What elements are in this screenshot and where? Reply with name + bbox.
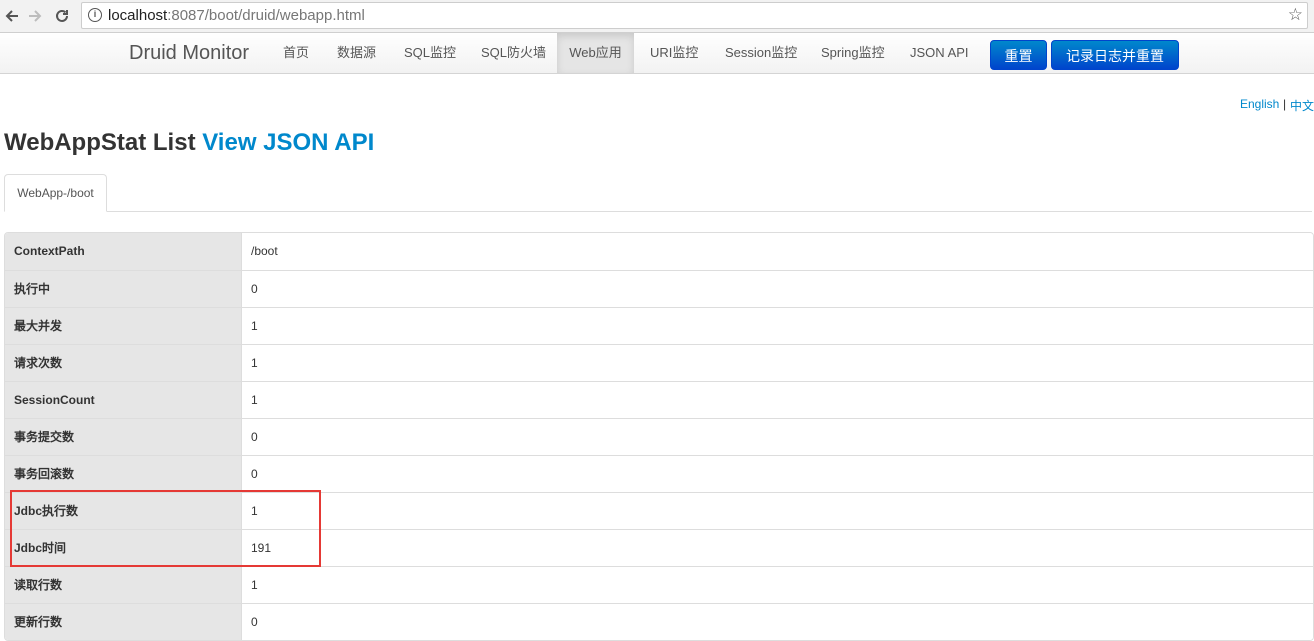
row-value: 1 — [242, 308, 1313, 344]
row-value: 0 — [242, 271, 1313, 307]
page-title: WebAppStat List View JSON API — [4, 129, 374, 157]
back-arrow-icon[interactable] — [1, 5, 23, 27]
url-text: localhost:8087/boot/druid/webapp.html — [108, 7, 365, 24]
table-row: 请求次数 1 — [5, 344, 1313, 381]
bookmark-star-icon[interactable]: ☆ — [1288, 5, 1303, 25]
nav-item-webapp[interactable]: Web应用 — [557, 33, 634, 73]
nav-item-sql[interactable]: SQL监控 — [404, 33, 456, 73]
row-value: /boot — [242, 233, 1313, 270]
lang-chinese-link[interactable]: 中文 — [1290, 97, 1314, 114]
row-value: 0 — [242, 419, 1313, 455]
table-row: SessionCount 1 — [5, 381, 1313, 418]
row-key: 请求次数 — [5, 345, 242, 381]
view-json-api-link[interactable]: View JSON API — [202, 129, 374, 156]
row-key: 读取行数 — [5, 567, 242, 603]
row-key: Jdbc执行数 — [5, 493, 242, 529]
row-key: 更新行数 — [5, 604, 242, 640]
nav-item-json-api[interactable]: JSON API — [910, 33, 969, 73]
lang-separator: | — [1283, 97, 1287, 111]
row-key: 最大并发 — [5, 308, 242, 344]
lang-english-link[interactable]: English — [1240, 97, 1279, 111]
row-value: 1 — [242, 345, 1313, 381]
row-key: ContextPath — [5, 233, 242, 270]
table-row: Jdbc执行数 1 — [5, 492, 1313, 529]
app-navbar: Druid Monitor 首页 数据源 SQL监控 SQL防火墙 Web应用 … — [0, 33, 1314, 74]
row-value: 0 — [242, 604, 1313, 640]
row-key: 事务提交数 — [5, 419, 242, 455]
nav-item-home[interactable]: 首页 — [283, 33, 309, 73]
table-row: 执行中 0 — [5, 270, 1313, 307]
log-and-reset-button[interactable]: 记录日志并重置 — [1051, 40, 1179, 70]
reload-icon[interactable] — [51, 5, 73, 27]
brand-title[interactable]: Druid Monitor — [129, 42, 249, 65]
row-value: 0 — [242, 456, 1313, 492]
nav-item-datasource[interactable]: 数据源 — [337, 33, 376, 73]
browser-toolbar: i localhost:8087/boot/druid/webapp.html … — [0, 0, 1314, 33]
row-key: Jdbc时间 — [5, 530, 242, 566]
webapp-stat-table: ContextPath /boot 执行中 0 最大并发 1 请求次数 1 Se… — [4, 232, 1314, 641]
table-row: 事务提交数 0 — [5, 418, 1313, 455]
row-value: 1 — [242, 382, 1313, 418]
table-row: 事务回滚数 0 — [5, 455, 1313, 492]
info-icon[interactable]: i — [88, 8, 102, 22]
tab-webapp-boot[interactable]: WebApp-/boot — [4, 174, 107, 212]
row-value: 1 — [242, 493, 1313, 529]
reset-button[interactable]: 重置 — [990, 40, 1047, 70]
table-row: ContextPath /boot — [5, 233, 1313, 270]
address-bar[interactable]: i localhost:8087/boot/druid/webapp.html … — [81, 2, 1308, 29]
row-key: 事务回滚数 — [5, 456, 242, 492]
table-row: 更新行数 0 — [5, 603, 1313, 640]
tabs-divider — [4, 211, 1312, 212]
row-key: SessionCount — [5, 382, 242, 418]
nav-item-session[interactable]: Session监控 — [725, 33, 797, 73]
row-value: 1 — [242, 567, 1313, 603]
row-key: 执行中 — [5, 271, 242, 307]
table-row: 读取行数 1 — [5, 566, 1313, 603]
nav-item-sql-firewall[interactable]: SQL防火墙 — [481, 33, 546, 73]
forward-arrow-icon[interactable] — [24, 5, 46, 27]
nav-item-spring[interactable]: Spring监控 — [821, 33, 885, 73]
table-row: 最大并发 1 — [5, 307, 1313, 344]
nav-item-uri[interactable]: URI监控 — [650, 33, 698, 73]
page-title-text: WebAppStat List — [4, 129, 196, 156]
table-row: Jdbc时间 191 — [5, 529, 1313, 566]
row-value: 191 — [242, 530, 1313, 566]
